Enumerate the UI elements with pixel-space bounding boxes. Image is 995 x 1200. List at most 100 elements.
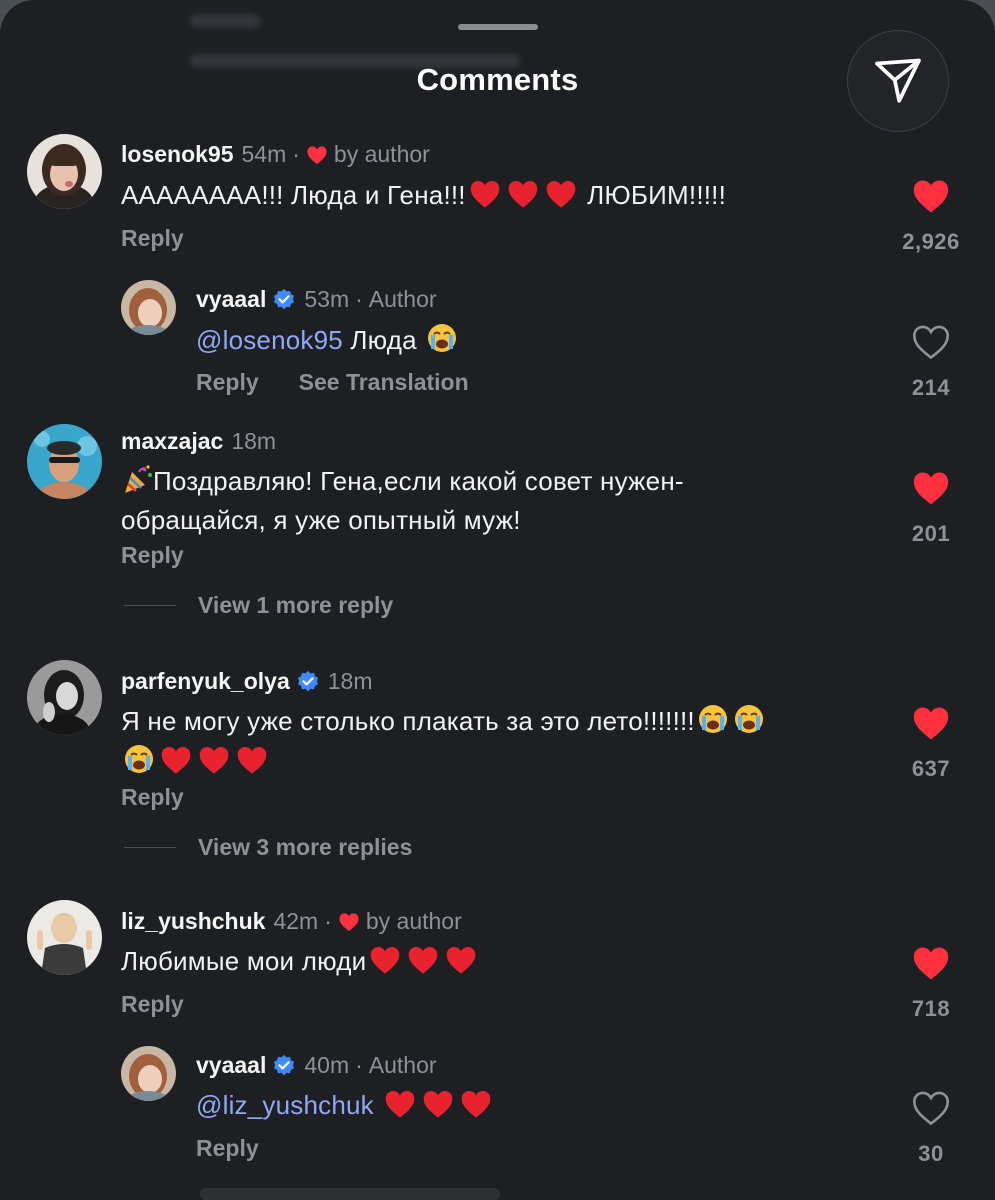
mention-link[interactable]: @losenok95 [196,325,343,355]
comment-actions: Reply [121,542,224,569]
red-heart-emoji [197,745,231,783]
divider-line [124,604,176,607]
avatar[interactable] [27,424,102,499]
timestamp: 18m [327,668,373,694]
timestamp: 42m [273,908,319,934]
red-heart-emoji [468,179,502,217]
comment-meta: parfenyuk_olya 18m [121,668,373,695]
avatar[interactable] [27,134,102,209]
share-button[interactable] [847,30,949,132]
comment-text: Поздравляю! Гена,если какой совет нужен-… [121,463,801,537]
party-popper-emoji [121,463,155,503]
like-count: 30 [918,1141,944,1166]
reply-button[interactable]: Reply [121,991,184,1018]
red-heart-emoji [444,945,478,983]
comment-text: АААААААА!!! Люда и Гена!!! ЛЮБИМ!!!!! [121,178,726,217]
timestamp: 18m [231,428,277,454]
separator-dot: · [292,141,300,167]
red-heart-emoji [421,1089,455,1127]
comment-text: @losenok95 Люда [196,322,460,362]
username[interactable]: maxzajac [121,428,223,455]
heart-filled-icon [913,947,949,980]
reply-button[interactable]: Reply [196,1135,259,1162]
view-more-replies-button[interactable]: View 1 more reply [124,592,393,619]
comment-text: @liz_yushchuk [196,1088,495,1127]
avatar[interactable] [27,900,102,975]
username[interactable]: parfenyuk_olya [121,668,290,695]
red-heart-emoji [159,745,193,783]
heart-filled-icon [913,472,949,505]
like-button[interactable]: 637 [886,705,976,782]
see-translation-button[interactable]: See Translation [299,369,469,396]
like-button[interactable]: 201 [886,470,976,547]
username[interactable]: vyaaal [196,1052,266,1079]
comment-actions: Reply [196,1135,299,1162]
username[interactable]: vyaaal [196,286,266,313]
comment-text: Любимые мои люди [121,944,480,983]
like-count: 214 [911,375,951,400]
heart-icon [307,145,327,164]
like-button[interactable]: 30 [886,1090,976,1167]
heart-filled-icon [913,180,949,213]
mention-link[interactable]: @liz_yushchuk [196,1090,374,1120]
like-count: 637 [911,756,951,781]
view-more-replies-button[interactable]: View 3 more replies [124,834,412,861]
separator-dot: · [355,1052,363,1078]
verified-badge-icon [274,1054,295,1075]
heart-outline-icon [912,1091,950,1126]
heart-icon [339,912,359,931]
verified-badge-icon [274,288,295,309]
username[interactable]: losenok95 [121,141,234,168]
red-heart-emoji [368,945,402,983]
like-button[interactable]: 214 [886,324,976,401]
comment-meta: maxzajac 18m [121,428,276,455]
red-heart-emoji [459,1089,493,1127]
comment-actions: Reply See Translation [196,369,509,396]
timestamp: 54m [241,141,287,167]
like-count: 718 [911,996,951,1021]
comment-meta: losenok95 54m · by author [121,141,430,168]
timestamp: 53m [304,286,350,312]
liked-by-author: by author [306,141,430,168]
crying-face-emoji [697,703,729,743]
username[interactable]: liz_yushchuk [121,908,265,935]
reply-button[interactable]: Reply [121,225,184,252]
red-heart-emoji [544,179,578,217]
separator-dot: · [324,908,332,934]
comments-sheet: Comments losenok95 54m · by author ААААА… [0,0,995,1200]
reply-button[interactable]: Reply [121,542,184,569]
like-count: 201 [911,521,951,546]
avatar[interactable] [121,280,176,335]
like-count: 2,926 [902,229,960,254]
comment-actions: Reply [121,991,224,1018]
like-button[interactable]: 2,926 [886,178,976,255]
comment-text: Я не могу уже столько плакать за это лет… [121,703,861,783]
sheet-title: Comments [416,62,579,97]
red-heart-emoji [406,945,440,983]
next-comment-partial [200,1188,500,1200]
author-badge: Author [368,1052,437,1078]
like-button[interactable]: 718 [886,945,976,1022]
divider-line [124,846,176,849]
drag-handle[interactable] [458,24,538,30]
crying-face-emoji [733,703,765,743]
send-icon [875,58,921,103]
crying-face-emoji [123,743,155,783]
reply-button[interactable]: Reply [121,784,184,811]
separator-dot: · [355,286,363,312]
avatar[interactable] [27,660,102,735]
verified-badge-icon [297,670,318,691]
avatar[interactable] [121,1046,176,1101]
timestamp: 40m [304,1052,350,1078]
red-heart-emoji [506,179,540,217]
heart-outline-icon [912,325,950,360]
red-heart-emoji [235,745,269,783]
comment-meta: vyaaal 53m · Author [196,286,437,313]
heart-filled-icon [913,707,949,740]
liked-by-author: by author [338,908,462,935]
reply-button[interactable]: Reply [196,369,259,396]
author-badge: Author [368,286,437,312]
comment-meta: vyaaal 40m · Author [196,1052,437,1079]
comment-actions: Reply [121,784,224,811]
comment-meta: liz_yushchuk 42m · by author [121,908,462,935]
